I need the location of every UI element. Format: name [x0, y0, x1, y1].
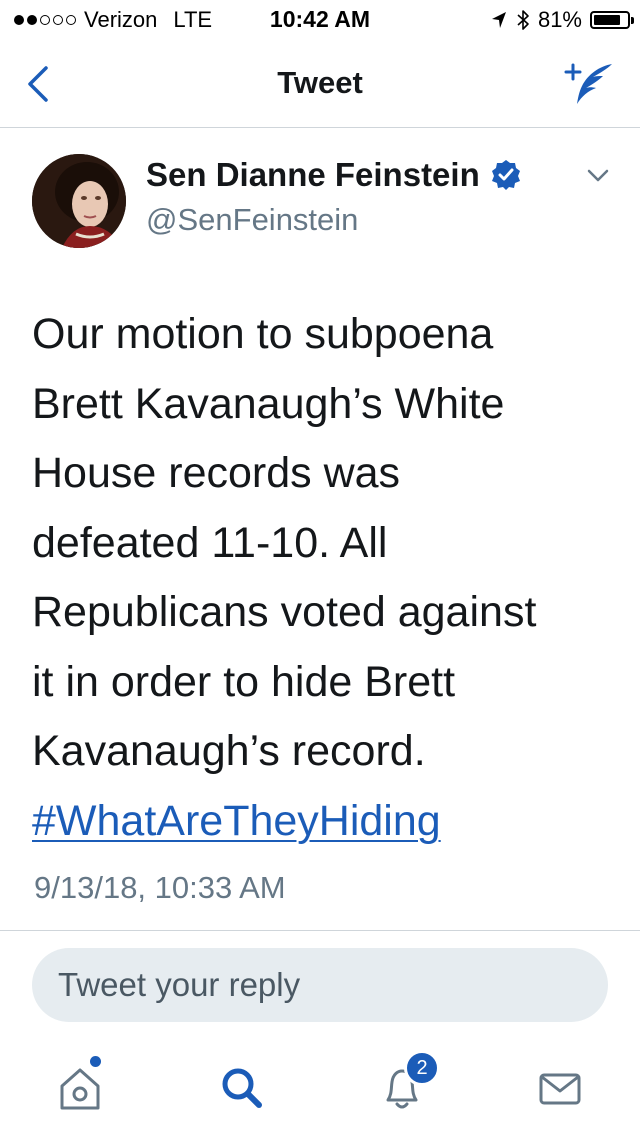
author-name-row: Sen Dianne Feinstein — [146, 156, 522, 194]
chevron-down-icon[interactable] — [586, 168, 610, 184]
home-new-indicator — [90, 1056, 101, 1067]
navigation-bar: Tweet — [0, 40, 640, 128]
tweet-text-line: defeated 11-10. All — [32, 518, 388, 567]
status-right: 81% — [490, 7, 634, 33]
tweet-text-line: Brett Kavanaugh’s White — [32, 379, 505, 428]
tweet-text: Our motion to subpoena Brett Kavanaugh’s… — [32, 300, 622, 856]
tab-bar — [0, 1040, 640, 1136]
tweet-author[interactable]: Sen Dianne Feinstein @SenFeinstein — [146, 156, 522, 238]
author-name[interactable]: Sen Dianne Feinstein — [146, 156, 480, 194]
location-arrow-icon — [491, 12, 506, 28]
tweet-hashtag-line: #WhatAreTheyHiding — [32, 787, 622, 857]
tweet-text-line: it in order to hide Brett — [32, 657, 456, 706]
search-icon[interactable] — [212, 1058, 272, 1118]
tweet-timestamp[interactable]: 9/13/18, 10:33 AM — [34, 870, 286, 906]
divider — [0, 930, 640, 931]
battery-level — [594, 15, 620, 25]
page-title: Tweet — [277, 65, 363, 100]
tweet-text-line: Our motion to subpoena — [32, 310, 494, 358]
envelope-icon[interactable] — [530, 1058, 590, 1118]
avatar-portrait — [32, 154, 126, 248]
author-handle[interactable]: @SenFeinstein — [146, 202, 522, 238]
bluetooth-icon — [517, 10, 529, 30]
hashtag-link[interactable]: #WhatAreTheyHiding — [32, 797, 441, 845]
reply-input[interactable]: Tweet your reply — [32, 948, 608, 1022]
tweet-text-line: Republicans voted against — [32, 588, 537, 636]
avatar[interactable] — [32, 154, 126, 248]
battery-percentage: 81% — [537, 7, 582, 32]
compose-tweet-icon[interactable] — [562, 58, 618, 108]
status-bar: Verizon LTE 10:42 AM 81% — [0, 0, 640, 40]
tweet-text-line: House records was — [32, 449, 401, 497]
battery-icon — [590, 11, 634, 29]
battery-cap — [631, 17, 634, 24]
verified-badge-icon — [491, 160, 520, 190]
reply-placeholder: Tweet your reply — [58, 966, 301, 1003]
tweet-text-line: Kavanaugh’s record. — [32, 727, 426, 775]
notifications-badge: 2 — [404, 1050, 440, 1086]
home-icon[interactable] — [50, 1058, 110, 1118]
